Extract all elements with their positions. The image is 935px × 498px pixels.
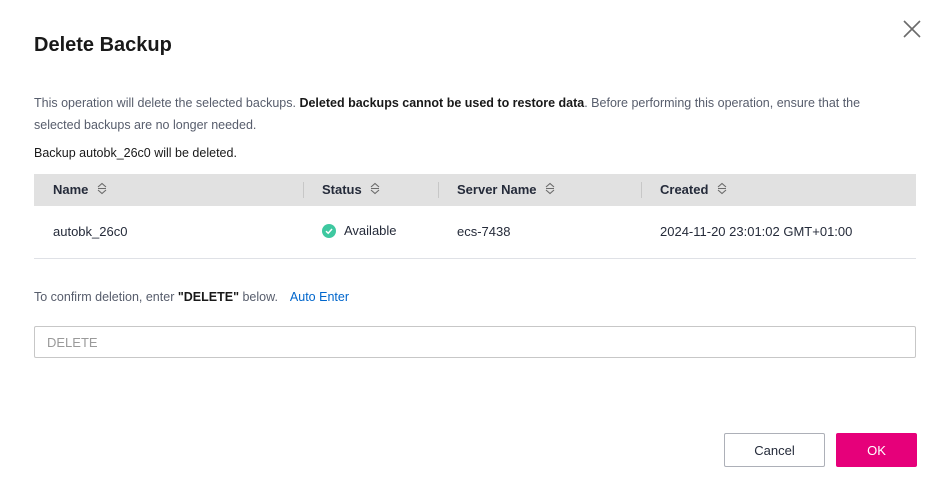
backup-status-cell: Available: [303, 206, 438, 258]
close-icon[interactable]: [901, 18, 923, 40]
delete-backup-dialog: Delete Backup This operation will delete…: [0, 0, 935, 498]
check-circle-icon: [322, 223, 336, 238]
confirm-keyword: "DELETE": [177, 290, 239, 304]
column-divider: [438, 182, 439, 198]
column-label: Name: [53, 181, 89, 197]
column-header-name[interactable]: Name: [34, 174, 303, 206]
sort-icon[interactable]: [369, 182, 381, 198]
column-header-created[interactable]: Created: [641, 174, 916, 206]
created-time-cell: 2024-11-20 23:01:02 GMT+01:00: [660, 224, 853, 240]
auto-enter-link[interactable]: Auto Enter: [290, 290, 349, 304]
description-text: This operation will delete the selected …: [34, 96, 300, 110]
column-label: Status: [322, 181, 362, 197]
sort-icon[interactable]: [544, 182, 556, 198]
backup-name-cell: autobk_26c0: [53, 224, 128, 240]
cancel-button[interactable]: Cancel: [724, 433, 825, 467]
delete-confirm-input[interactable]: [34, 326, 916, 358]
description-warning: Deleted backups cannot be used to restor…: [299, 96, 585, 110]
confirm-suffix: below.: [239, 290, 278, 304]
dialog-description: This operation will delete the selected …: [34, 92, 904, 136]
column-divider: [641, 182, 642, 198]
column-divider: [303, 182, 304, 198]
table-row: autobk_26c0 Available ecs-7438 2024-11-2…: [34, 206, 916, 258]
sort-icon[interactable]: [96, 182, 108, 198]
dialog-title: Delete Backup: [34, 34, 172, 56]
confirm-prefix: To confirm deletion, enter: [34, 290, 178, 304]
column-header-status[interactable]: Status: [303, 174, 438, 206]
confirm-instruction: To confirm deletion, enter "DELETE" belo…: [34, 290, 349, 304]
server-name-cell: ecs-7438: [457, 224, 511, 240]
delete-notice: Backup autobk_26c0 will be deleted.: [34, 146, 237, 160]
sort-icon[interactable]: [716, 182, 728, 198]
column-header-server-name[interactable]: Server Name: [438, 174, 641, 206]
status-text: Available: [344, 223, 397, 238]
backup-table: Name Status Server Name Created autobk_2…: [34, 174, 916, 259]
table-header-row: Name Status Server Name Created: [34, 174, 916, 206]
status-indicator: Available: [322, 223, 397, 238]
ok-button[interactable]: OK: [836, 433, 917, 467]
column-label: Server Name: [457, 181, 537, 197]
column-label: Created: [660, 181, 709, 197]
